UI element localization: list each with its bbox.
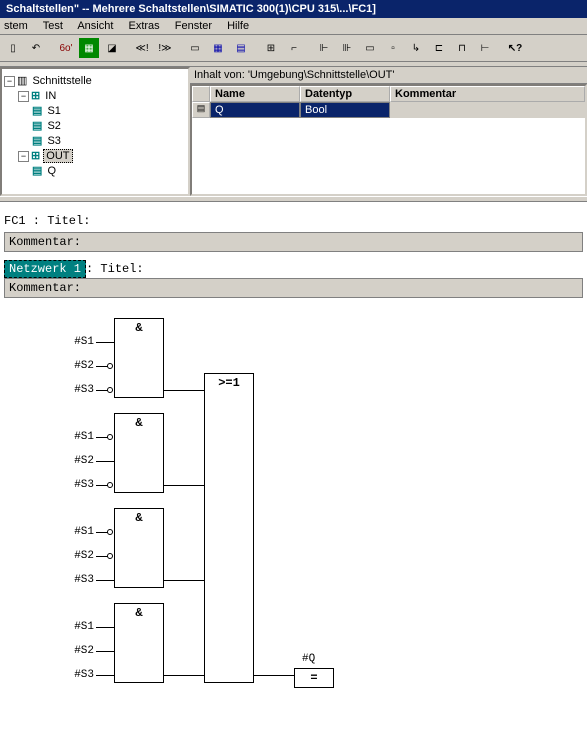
- and-gate-1[interactable]: &: [114, 318, 164, 398]
- and-gate-4[interactable]: &: [114, 603, 164, 683]
- toolbar-btn-4[interactable]: ▦: [78, 37, 100, 59]
- row-icon: ▤: [192, 102, 210, 118]
- tree-panel: −▥ Schnittstelle −⊞ IN ▤ S1 ▤ S2 ▤ S3 −⊞…: [0, 67, 190, 196]
- toolbar-btn-17[interactable]: ↳: [405, 37, 427, 59]
- variable-table: Name Datentyp Kommentar ▤ Q Bool: [190, 84, 587, 196]
- pin-s3-4: #S3: [44, 669, 94, 681]
- toolbar-btn-5[interactable]: ◪: [101, 37, 123, 59]
- or-gate[interactable]: >=1: [204, 373, 254, 683]
- toolbar-help-icon[interactable]: ↖?: [504, 37, 526, 59]
- tree-in-s3[interactable]: ▤ S3: [32, 133, 186, 148]
- col-kommentar[interactable]: Kommentar: [390, 86, 585, 102]
- menu-test[interactable]: Test: [43, 20, 63, 32]
- pin-s2-4: #S2: [44, 645, 94, 657]
- tree-out[interactable]: −⊞ OUT: [18, 148, 186, 163]
- col-name[interactable]: Name: [210, 86, 300, 102]
- tree-in-s2[interactable]: ▤ S2: [32, 118, 186, 133]
- pin-s2-3: #S2: [44, 550, 94, 562]
- toolbar-btn-18[interactable]: ⊏: [428, 37, 450, 59]
- row-comment[interactable]: [390, 102, 585, 118]
- row-type[interactable]: Bool: [300, 102, 390, 118]
- toolbar-btn-16[interactable]: ▫: [382, 37, 404, 59]
- toolbar-btn-3[interactable]: 6o': [55, 37, 77, 59]
- output-q: #Q: [302, 653, 315, 665]
- pin-s1-2: #S1: [44, 431, 94, 443]
- fc-comment-box[interactable]: Kommentar:: [4, 232, 583, 252]
- fbd-diagram: & #S1 #S2 #S3 & #S1 #S2 #S3 & #S1 #S2 #S…: [44, 318, 583, 718]
- tree-in[interactable]: −⊞ IN: [18, 88, 186, 103]
- network-comment-box[interactable]: Kommentar:: [4, 278, 583, 298]
- assign-block[interactable]: =: [294, 668, 334, 688]
- menu-hilfe[interactable]: Hilfe: [227, 20, 249, 32]
- row-name[interactable]: Q: [210, 102, 300, 118]
- toolbar-btn-1[interactable]: ▯: [2, 37, 24, 59]
- tree-in-s1[interactable]: ▤ S1: [32, 103, 186, 118]
- menu-extras[interactable]: Extras: [128, 20, 159, 32]
- fc-title[interactable]: FC1 : Titel:: [4, 214, 583, 228]
- window-titlebar: Schaltstellen" -- Mehrere Schaltstellen\…: [0, 0, 587, 18]
- pin-s3-3: #S3: [44, 574, 94, 586]
- network-title[interactable]: : Titel:: [86, 262, 144, 276]
- toolbar-btn-19[interactable]: ⊓: [451, 37, 473, 59]
- toolbar-btn-14[interactable]: ⊪: [336, 37, 358, 59]
- toolbar-btn-9[interactable]: ▦: [207, 37, 229, 59]
- menu-ansicht[interactable]: Ansicht: [77, 20, 113, 32]
- toolbar: ▯ ↶ 6o' ▦ ◪ ≪! !≫ ▭ ▦ ▤ ⊞ ⌐ ⊩ ⊪ ▭ ▫ ↳ ⊏ …: [0, 35, 587, 62]
- code-area: FC1 : Titel: Kommentar: Netzwerk 1: Tite…: [0, 202, 587, 726]
- pin-s1-4: #S1: [44, 621, 94, 633]
- toolbar-btn-13[interactable]: ⊩: [313, 37, 335, 59]
- toolbar-btn-20[interactable]: ⊢: [474, 37, 496, 59]
- network-label[interactable]: Netzwerk 1: [4, 260, 86, 278]
- toolbar-btn-15[interactable]: ▭: [359, 37, 381, 59]
- pin-s1-1: #S1: [44, 336, 94, 348]
- pin-s3-1: #S3: [44, 384, 94, 396]
- pin-s3-2: #S3: [44, 479, 94, 491]
- and-gate-2[interactable]: &: [114, 413, 164, 493]
- path-bar: Inhalt von: 'Umgebung\Schnittstelle\OUT': [190, 67, 587, 84]
- menubar: stem Test Ansicht Extras Fenster Hilfe: [0, 18, 587, 35]
- toolbar-btn-6[interactable]: ≪!: [131, 37, 153, 59]
- col-icon[interactable]: [192, 86, 210, 102]
- pin-s1-3: #S1: [44, 526, 94, 538]
- pin-s2-1: #S2: [44, 360, 94, 372]
- pin-s2-2: #S2: [44, 455, 94, 467]
- toolbar-btn-11[interactable]: ⊞: [260, 37, 282, 59]
- table-row[interactable]: ▤ Q Bool: [192, 102, 585, 118]
- toolbar-btn-10[interactable]: ▤: [230, 37, 252, 59]
- toolbar-btn-7[interactable]: !≫: [154, 37, 176, 59]
- toolbar-btn-2[interactable]: ↶: [25, 37, 47, 59]
- toolbar-btn-8[interactable]: ▭: [184, 37, 206, 59]
- menu-fenster[interactable]: Fenster: [175, 20, 212, 32]
- toolbar-btn-12[interactable]: ⌐: [283, 37, 305, 59]
- menu-system[interactable]: stem: [4, 20, 28, 32]
- tree-root[interactable]: −▥ Schnittstelle: [4, 73, 186, 88]
- col-datentyp[interactable]: Datentyp: [300, 86, 390, 102]
- and-gate-3[interactable]: &: [114, 508, 164, 588]
- tree-out-q[interactable]: ▤ Q: [32, 163, 186, 178]
